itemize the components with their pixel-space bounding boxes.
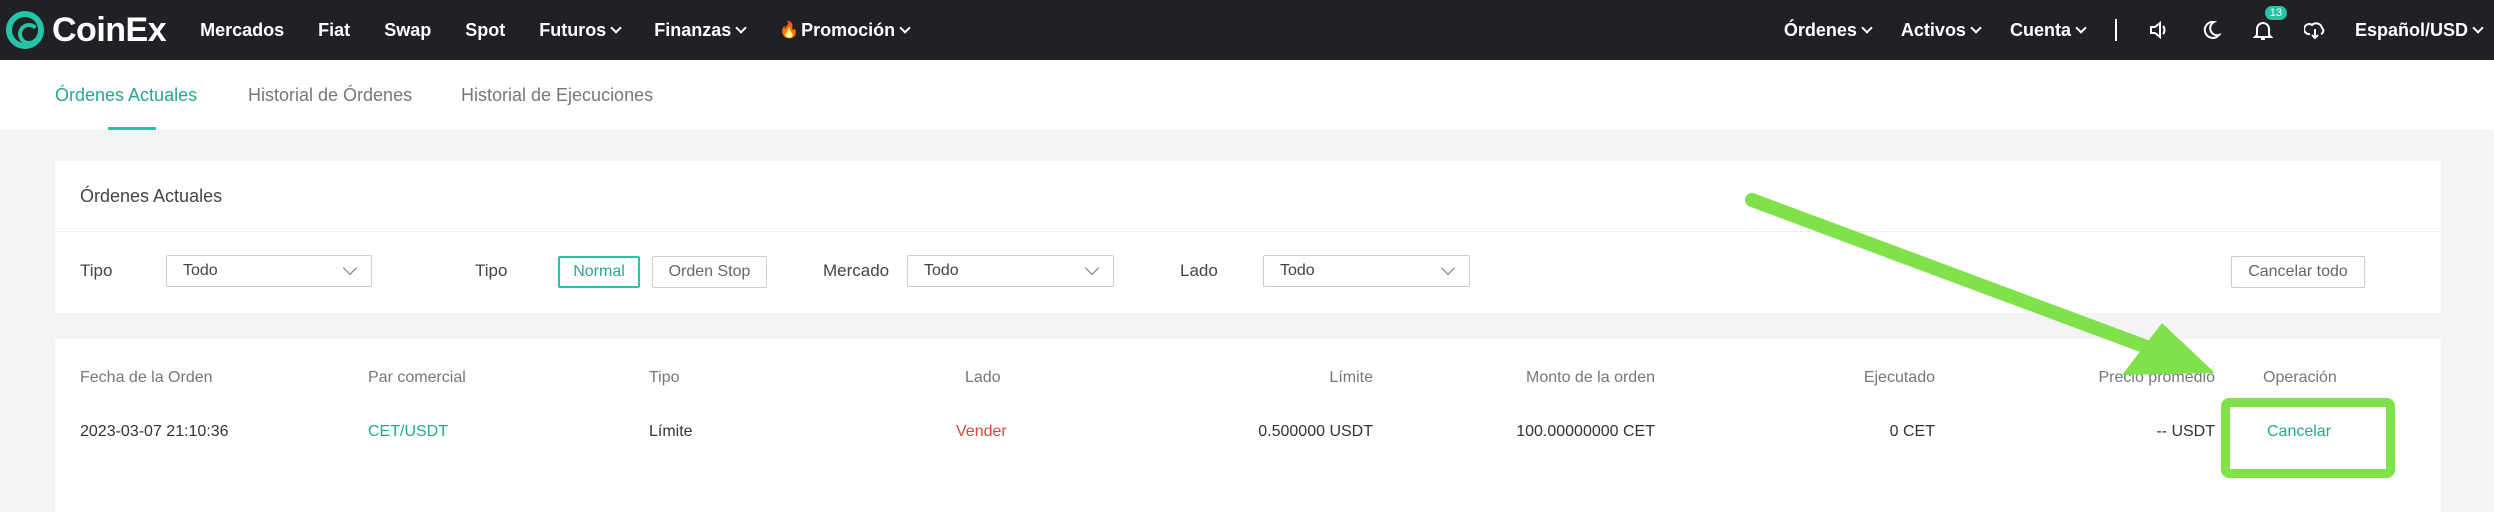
annotation-highlight-box (2221, 398, 2395, 478)
annotation-arrow (1745, 193, 2215, 375)
arrow-shaft (1745, 193, 2167, 359)
